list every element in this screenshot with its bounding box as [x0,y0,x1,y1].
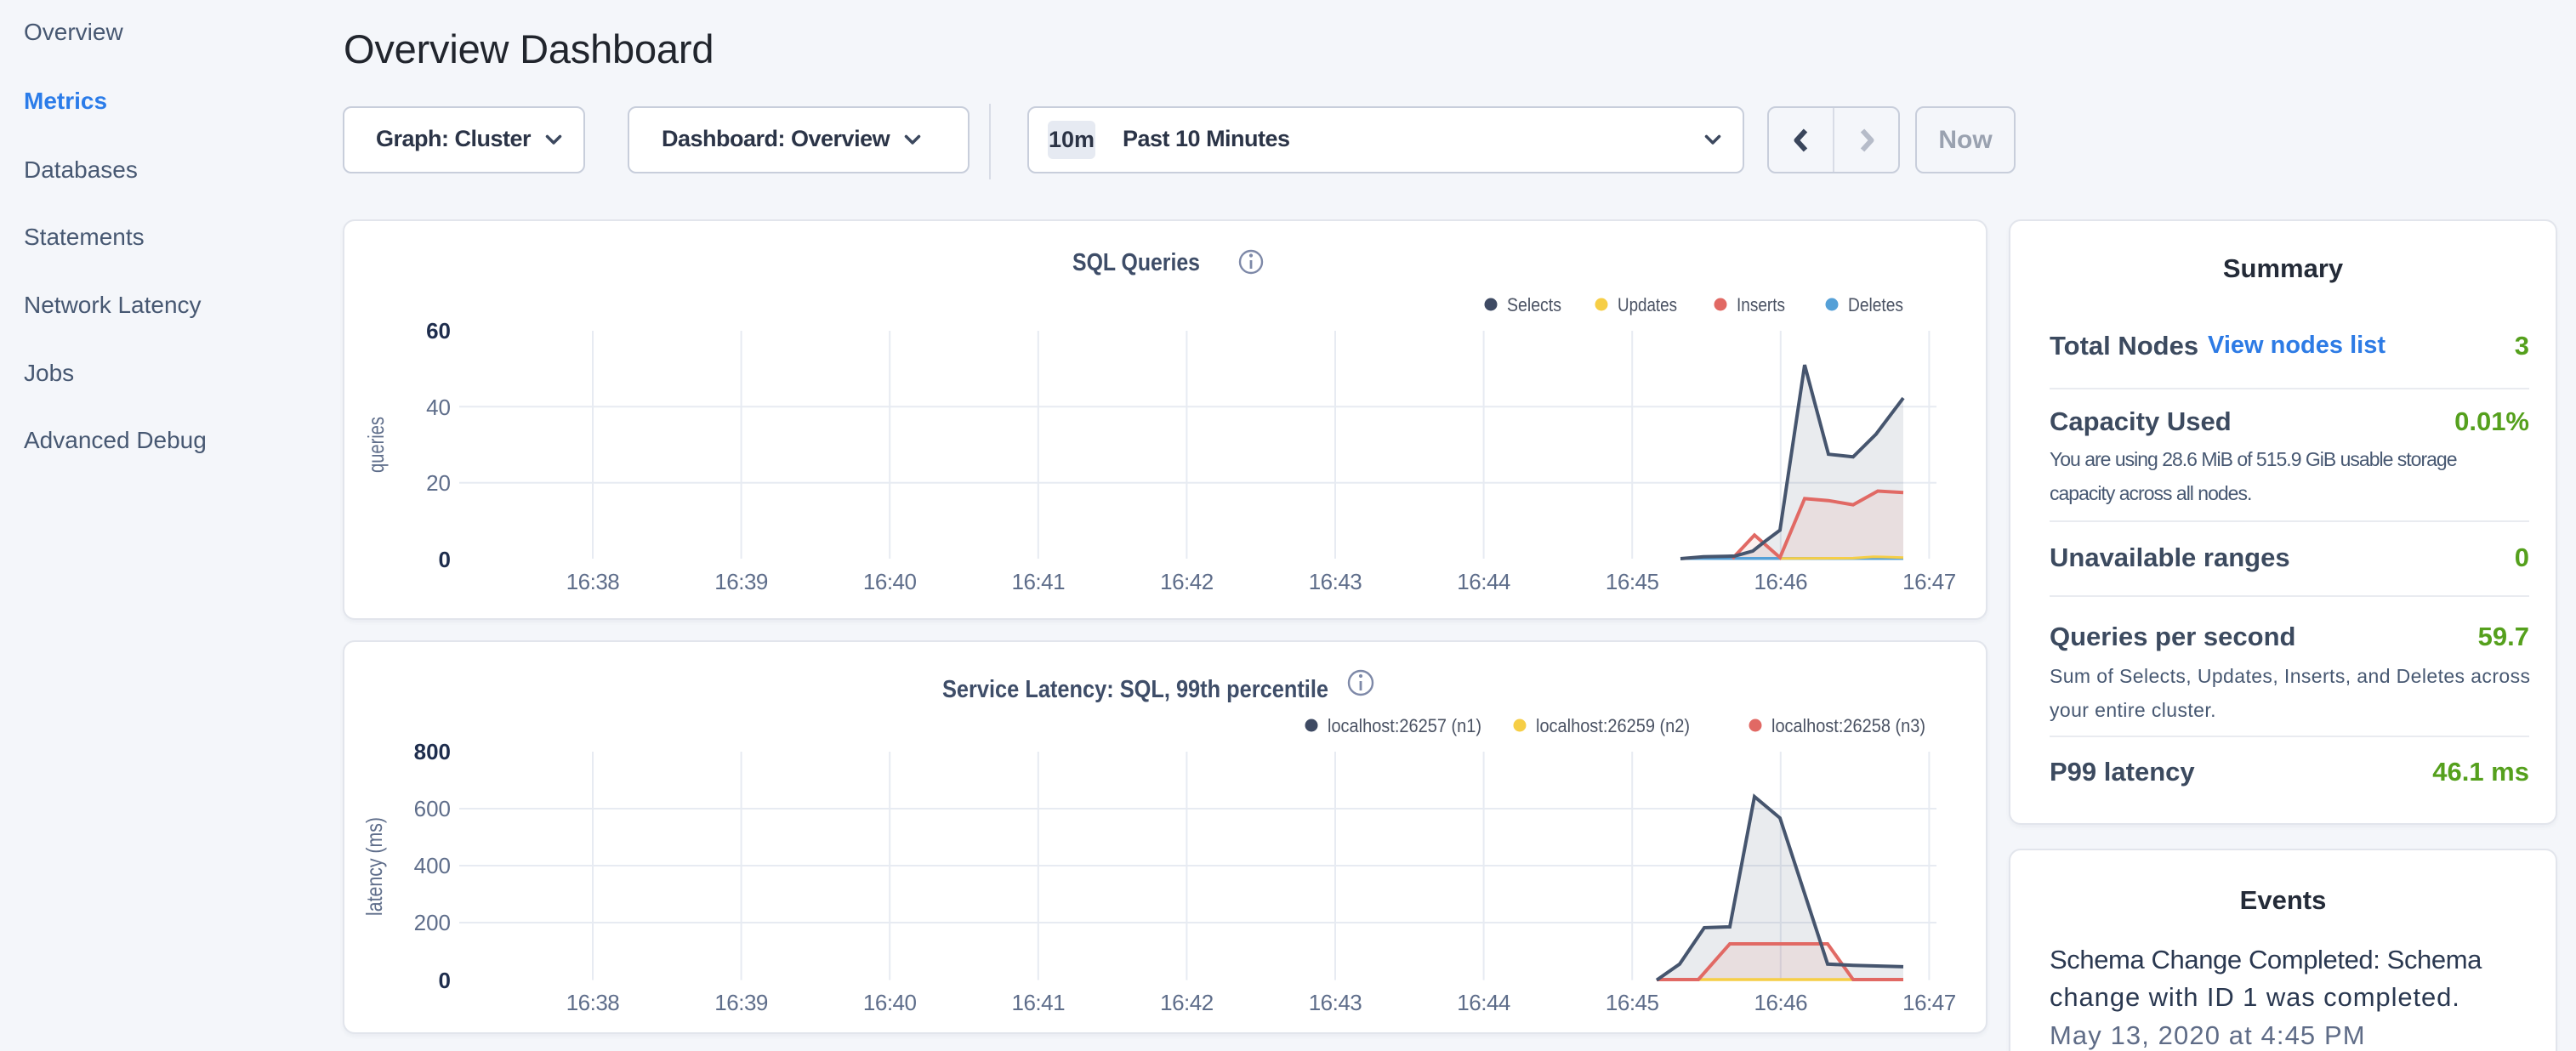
svg-text:16:39: 16:39 [714,990,768,1015]
svg-text:Deletes: Deletes [1848,294,1903,315]
svg-text:16:38: 16:38 [566,569,620,594]
svg-text:localhost:26257 (n1): localhost:26257 (n1) [1328,715,1481,736]
svg-text:16:41: 16:41 [1012,990,1066,1015]
svg-text:16:47: 16:47 [1902,569,1956,594]
svg-text:600: 600 [414,796,451,821]
svg-text:Selects: Selects [1507,294,1561,315]
svg-text:0: 0 [439,547,451,572]
svg-text:20: 20 [426,470,451,496]
svg-text:16:43: 16:43 [1309,569,1362,594]
svg-text:latency (ms): latency (ms) [361,817,387,916]
svg-text:Inserts: Inserts [1737,294,1785,315]
svg-text:localhost:26258 (n3): localhost:26258 (n3) [1771,715,1925,736]
svg-text:16:40: 16:40 [863,569,917,594]
svg-text:0: 0 [439,968,451,993]
svg-text:60: 60 [426,318,451,344]
svg-text:16:46: 16:46 [1754,990,1808,1015]
svg-text:16:43: 16:43 [1309,990,1362,1015]
svg-text:16:41: 16:41 [1012,569,1066,594]
svg-text:16:44: 16:44 [1457,569,1510,594]
svg-text:16:42: 16:42 [1160,990,1214,1015]
svg-text:16:38: 16:38 [566,990,620,1015]
svg-text:Updates: Updates [1618,294,1677,315]
svg-text:localhost:26259 (n2): localhost:26259 (n2) [1536,715,1690,736]
svg-text:40: 40 [426,395,451,420]
svg-text:16:44: 16:44 [1457,990,1510,1015]
svg-text:16:45: 16:45 [1606,569,1659,594]
svg-text:200: 200 [414,910,451,935]
svg-text:Service Latency: SQL, 99th per: Service Latency: SQL, 99th percentile [942,676,1328,703]
svg-text:800: 800 [414,739,451,764]
svg-text:16:40: 16:40 [863,990,917,1015]
svg-text:16:47: 16:47 [1902,990,1956,1015]
svg-text:16:42: 16:42 [1160,569,1214,594]
svg-text:16:46: 16:46 [1754,569,1808,594]
svg-text:16:45: 16:45 [1606,990,1659,1015]
svg-text:SQL Queries: SQL Queries [1072,249,1200,276]
svg-text:16:39: 16:39 [714,569,768,594]
svg-text:queries: queries [363,417,389,473]
svg-text:400: 400 [414,853,451,878]
